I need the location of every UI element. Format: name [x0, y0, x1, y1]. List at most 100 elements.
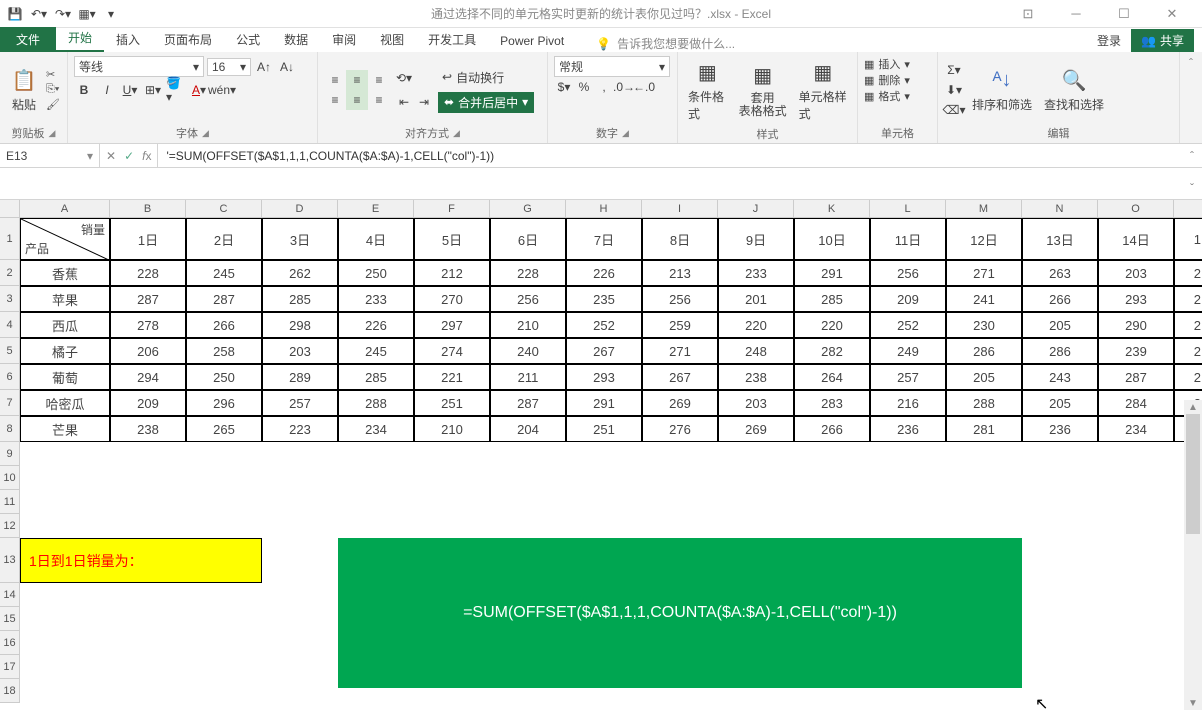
data-cell[interactable]: 267: [642, 364, 718, 390]
day-header[interactable]: 9日: [718, 218, 794, 260]
product-name[interactable]: 葡萄: [20, 364, 110, 390]
collapse-ribbon-icon[interactable]: ˆ: [1180, 52, 1202, 143]
data-cell[interactable]: 271: [642, 338, 718, 364]
font-launcher-icon[interactable]: ◢: [202, 128, 209, 139]
data-cell[interactable]: 251: [414, 390, 490, 416]
font-color-icon[interactable]: A▾: [189, 80, 209, 100]
data-cell[interactable]: 209: [870, 286, 946, 312]
data-cell-partial[interactable]: 2: [1174, 260, 1202, 286]
row-header[interactable]: 2: [0, 260, 20, 286]
data-cell[interactable]: 288: [946, 390, 1022, 416]
day-header[interactable]: 7日: [566, 218, 642, 260]
table-corner-cell[interactable]: 销量产品: [20, 218, 110, 260]
align-left-icon[interactable]: ≡: [324, 90, 346, 110]
row-header[interactable]: 18: [0, 679, 20, 703]
tab-insert[interactable]: 插入: [104, 27, 152, 52]
data-cell[interactable]: 266: [1022, 286, 1098, 312]
row-header[interactable]: 16: [0, 631, 20, 655]
row-header[interactable]: 9: [0, 442, 20, 466]
tellme-search[interactable]: 💡 告诉我您想要做什么...: [596, 35, 735, 52]
align-right-icon[interactable]: ≡: [368, 90, 390, 110]
data-cell[interactable]: 293: [1098, 286, 1174, 312]
data-cell[interactable]: 241: [946, 286, 1022, 312]
data-cell[interactable]: 213: [642, 260, 718, 286]
save-icon[interactable]: 💾: [4, 3, 26, 25]
data-cell[interactable]: 210: [414, 416, 490, 442]
data-cell[interactable]: 266: [186, 312, 262, 338]
cancel-formula-icon[interactable]: ✕: [106, 149, 116, 163]
maximize-icon[interactable]: ☐: [1104, 4, 1144, 24]
phonetic-icon[interactable]: wén▾: [212, 80, 232, 100]
data-cell[interactable]: 248: [718, 338, 794, 364]
worksheet-grid[interactable]: ABCDEFGHIJKLMNO 123456789101112131415161…: [0, 200, 1202, 710]
data-cell[interactable]: 285: [338, 364, 414, 390]
italic-icon[interactable]: I: [97, 80, 117, 100]
day-header[interactable]: 8日: [642, 218, 718, 260]
row-header[interactable]: 8: [0, 416, 20, 442]
row-header[interactable]: 12: [0, 514, 20, 538]
data-cell[interactable]: 269: [718, 416, 794, 442]
data-cell[interactable]: 289: [262, 364, 338, 390]
data-cell[interactable]: 287: [1098, 364, 1174, 390]
data-cell[interactable]: 286: [1022, 338, 1098, 364]
tab-pagelayout[interactable]: 页面布局: [152, 27, 224, 52]
clipboard-launcher-icon[interactable]: ◢: [49, 128, 56, 139]
tab-developer[interactable]: 开发工具: [416, 27, 488, 52]
data-cell[interactable]: 285: [794, 286, 870, 312]
product-name[interactable]: 香蕉: [20, 260, 110, 286]
data-cell[interactable]: 220: [794, 312, 870, 338]
tab-powerpivot[interactable]: Power Pivot: [488, 30, 576, 52]
row-header[interactable]: 5: [0, 338, 20, 364]
scroll-up-icon[interactable]: ▲: [1184, 400, 1202, 414]
sort-filter-button[interactable]: ᴬ↓排序和筛选: [968, 64, 1036, 115]
comma-icon[interactable]: ,: [594, 77, 614, 97]
data-cell[interactable]: 238: [110, 416, 186, 442]
formula-bar[interactable]: '=SUM(OFFSET($A$1,1,1,COUNTA($A:$A)-1,CE…: [157, 144, 1202, 167]
data-cell-partial[interactable]: 2: [1174, 312, 1202, 338]
data-cell[interactable]: 278: [110, 312, 186, 338]
product-name[interactable]: 橘子: [20, 338, 110, 364]
data-cell[interactable]: 203: [718, 390, 794, 416]
share-button[interactable]: 👥 共享: [1131, 29, 1194, 52]
data-cell[interactable]: 209: [110, 390, 186, 416]
table-format-button[interactable]: ▦套用 表格格式: [735, 60, 791, 120]
cell-styles-button[interactable]: ▦单元格样式: [795, 56, 851, 124]
delete-cells-button[interactable]: ▦删除▾: [864, 72, 931, 88]
data-cell[interactable]: 259: [642, 312, 718, 338]
format-painter-icon[interactable]: 🖌: [46, 98, 60, 111]
data-cell[interactable]: 267: [566, 338, 642, 364]
row-header[interactable]: 6: [0, 364, 20, 390]
data-cell[interactable]: 236: [870, 416, 946, 442]
fill-color-icon[interactable]: 🪣▾: [166, 80, 186, 100]
data-cell[interactable]: 262: [262, 260, 338, 286]
data-cell[interactable]: 258: [186, 338, 262, 364]
product-name[interactable]: 苹果: [20, 286, 110, 312]
formula-collapse-icon[interactable]: ˇ: [1190, 181, 1194, 195]
merge-center-button[interactable]: ⬌合并后居中▾: [438, 92, 534, 113]
data-cell[interactable]: 269: [642, 390, 718, 416]
day-header-partial[interactable]: 1: [1174, 218, 1202, 260]
col-header[interactable]: K: [794, 200, 870, 218]
tab-data[interactable]: 数据: [272, 27, 320, 52]
data-cell[interactable]: 252: [566, 312, 642, 338]
data-cell[interactable]: 204: [490, 416, 566, 442]
find-select-button[interactable]: 🔍查找和选择: [1040, 64, 1108, 115]
data-cell[interactable]: 274: [414, 338, 490, 364]
tab-view[interactable]: 视图: [368, 27, 416, 52]
row-header[interactable]: 13: [0, 538, 20, 583]
day-header[interactable]: 5日: [414, 218, 490, 260]
qat-btn1[interactable]: ▦▾: [76, 3, 98, 25]
col-header[interactable]: H: [566, 200, 642, 218]
data-cell[interactable]: 282: [794, 338, 870, 364]
data-cell[interactable]: 226: [566, 260, 642, 286]
day-header[interactable]: 12日: [946, 218, 1022, 260]
row-header[interactable]: 17: [0, 655, 20, 679]
orientation-icon[interactable]: ⟲▾: [394, 68, 414, 88]
data-cell[interactable]: 256: [870, 260, 946, 286]
tab-review[interactable]: 审阅: [320, 27, 368, 52]
cond-format-button[interactable]: ▦条件格式: [684, 56, 731, 124]
dec-decimal-icon[interactable]: ←.0: [634, 77, 654, 97]
font-size-select[interactable]: 16▾: [207, 58, 251, 76]
col-header[interactable]: J: [718, 200, 794, 218]
data-cell[interactable]: 234: [338, 416, 414, 442]
